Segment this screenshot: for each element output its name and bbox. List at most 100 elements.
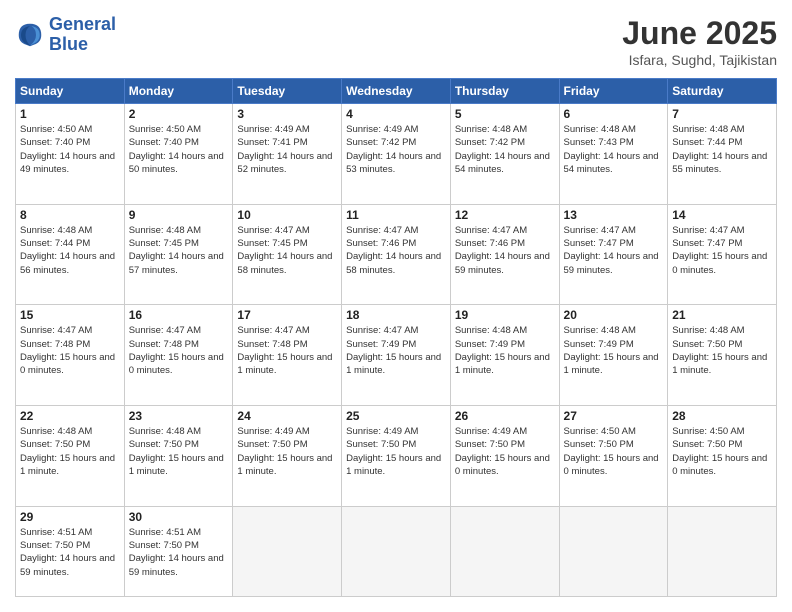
day-number: 12 (455, 208, 555, 222)
day-info: Sunrise: 4:51 AMSunset: 7:50 PMDaylight:… (20, 526, 120, 579)
calendar-cell: 29 Sunrise: 4:51 AMSunset: 7:50 PMDayligh… (16, 506, 125, 596)
calendar-cell: 27 Sunrise: 4:50 AMSunset: 7:50 PMDayligh… (559, 406, 668, 507)
calendar-week-row: 8 Sunrise: 4:48 AMSunset: 7:44 PMDaylight… (16, 204, 777, 305)
calendar-week-row: 29 Sunrise: 4:51 AMSunset: 7:50 PMDayligh… (16, 506, 777, 596)
logo-line1: General (49, 15, 116, 35)
day-number: 10 (237, 208, 337, 222)
day-info: Sunrise: 4:48 AMSunset: 7:44 PMDaylight:… (20, 224, 120, 277)
header: General Blue June 2025 Isfara, Sughd, Ta… (15, 15, 777, 68)
calendar-cell: 5 Sunrise: 4:48 AMSunset: 7:42 PMDaylight… (450, 104, 559, 205)
day-info: Sunrise: 4:48 AMSunset: 7:50 PMDaylight:… (129, 425, 229, 478)
page: General Blue June 2025 Isfara, Sughd, Ta… (0, 0, 792, 612)
day-header-friday: Friday (559, 79, 668, 104)
day-info: Sunrise: 4:50 AMSunset: 7:50 PMDaylight:… (564, 425, 664, 478)
month-title: June 2025 (622, 15, 777, 52)
day-header-sunday: Sunday (16, 79, 125, 104)
day-info: Sunrise: 4:49 AMSunset: 7:50 PMDaylight:… (455, 425, 555, 478)
day-number: 1 (20, 107, 120, 121)
day-number: 16 (129, 308, 229, 322)
day-info: Sunrise: 4:48 AMSunset: 7:50 PMDaylight:… (672, 324, 772, 377)
calendar-cell: 11Sunrise: 4:47 AMSunset: 7:46 PMDayligh… (342, 204, 451, 305)
day-info: Sunrise: 4:47 AMSunset: 7:49 PMDaylight:… (346, 324, 446, 377)
calendar-cell (342, 506, 451, 596)
calendar-cell: 3 Sunrise: 4:49 AMSunset: 7:41 PMDaylight… (233, 104, 342, 205)
day-number: 6 (564, 107, 664, 121)
day-number: 8 (20, 208, 120, 222)
calendar-cell: 13Sunrise: 4:47 AMSunset: 7:47 PMDayligh… (559, 204, 668, 305)
day-number: 14 (672, 208, 772, 222)
calendar-cell: 25 Sunrise: 4:49 AMSunset: 7:50 PMDayligh… (342, 406, 451, 507)
day-number: 29 (20, 510, 120, 524)
day-number: 17 (237, 308, 337, 322)
day-info: Sunrise: 4:51 AMSunset: 7:50 PMDaylight:… (129, 526, 229, 579)
day-info: Sunrise: 4:47 AMSunset: 7:45 PMDaylight:… (237, 224, 337, 277)
day-number: 3 (237, 107, 337, 121)
day-info: Sunrise: 4:49 AMSunset: 7:41 PMDaylight:… (237, 123, 337, 176)
day-number: 15 (20, 308, 120, 322)
calendar-week-row: 15 Sunrise: 4:47 AMSunset: 7:48 PMDayligh… (16, 305, 777, 406)
day-info: Sunrise: 4:48 AMSunset: 7:44 PMDaylight:… (672, 123, 772, 176)
calendar-table: SundayMondayTuesdayWednesdayThursdayFrid… (15, 78, 777, 597)
day-number: 18 (346, 308, 446, 322)
calendar-cell: 26 Sunrise: 4:49 AMSunset: 7:50 PMDayligh… (450, 406, 559, 507)
day-info: Sunrise: 4:47 AMSunset: 7:48 PMDaylight:… (129, 324, 229, 377)
day-info: Sunrise: 4:47 AMSunset: 7:46 PMDaylight:… (346, 224, 446, 277)
day-number: 4 (346, 107, 446, 121)
calendar-cell: 8 Sunrise: 4:48 AMSunset: 7:44 PMDaylight… (16, 204, 125, 305)
day-header-monday: Monday (124, 79, 233, 104)
day-info: Sunrise: 4:47 AMSunset: 7:48 PMDaylight:… (237, 324, 337, 377)
calendar-cell: 30 Sunrise: 4:51 AMSunset: 7:50 PMDayligh… (124, 506, 233, 596)
calendar-cell: 18 Sunrise: 4:47 AMSunset: 7:49 PMDayligh… (342, 305, 451, 406)
logo-text: General Blue (49, 15, 116, 55)
calendar-week-row: 22Sunrise: 4:48 AMSunset: 7:50 PMDayligh… (16, 406, 777, 507)
day-header-thursday: Thursday (450, 79, 559, 104)
day-header-tuesday: Tuesday (233, 79, 342, 104)
day-info: Sunrise: 4:48 AMSunset: 7:49 PMDaylight:… (564, 324, 664, 377)
calendar-week-row: 1 Sunrise: 4:50 AMSunset: 7:40 PMDaylight… (16, 104, 777, 205)
day-number: 28 (672, 409, 772, 423)
day-info: Sunrise: 4:47 AMSunset: 7:46 PMDaylight:… (455, 224, 555, 277)
day-info: Sunrise: 4:48 AMSunset: 7:43 PMDaylight:… (564, 123, 664, 176)
calendar-cell: 4 Sunrise: 4:49 AMSunset: 7:42 PMDaylight… (342, 104, 451, 205)
day-info: Sunrise: 4:50 AMSunset: 7:40 PMDaylight:… (20, 123, 120, 176)
calendar-cell: 20 Sunrise: 4:48 AMSunset: 7:49 PMDayligh… (559, 305, 668, 406)
calendar-cell: 22Sunrise: 4:48 AMSunset: 7:50 PMDayligh… (16, 406, 125, 507)
day-info: Sunrise: 4:48 AMSunset: 7:45 PMDaylight:… (129, 224, 229, 277)
calendar-cell: 16 Sunrise: 4:47 AMSunset: 7:48 PMDayligh… (124, 305, 233, 406)
day-info: Sunrise: 4:47 AMSunset: 7:48 PMDaylight:… (20, 324, 120, 377)
calendar-cell (668, 506, 777, 596)
day-number: 5 (455, 107, 555, 121)
logo-icon (15, 20, 45, 50)
calendar-cell (559, 506, 668, 596)
title-section: June 2025 Isfara, Sughd, Tajikistan (622, 15, 777, 68)
calendar-cell: 28 Sunrise: 4:50 AMSunset: 7:50 PMDayligh… (668, 406, 777, 507)
day-number: 25 (346, 409, 446, 423)
calendar-cell: 9 Sunrise: 4:48 AMSunset: 7:45 PMDaylight… (124, 204, 233, 305)
day-number: 7 (672, 107, 772, 121)
calendar-cell: 17 Sunrise: 4:47 AMSunset: 7:48 PMDayligh… (233, 305, 342, 406)
day-number: 26 (455, 409, 555, 423)
day-info: Sunrise: 4:49 AMSunset: 7:50 PMDaylight:… (237, 425, 337, 478)
calendar-cell: 6 Sunrise: 4:48 AMSunset: 7:43 PMDaylight… (559, 104, 668, 205)
calendar-cell: 2Sunrise: 4:50 AMSunset: 7:40 PMDaylight… (124, 104, 233, 205)
day-number: 30 (129, 510, 229, 524)
calendar-cell: 19 Sunrise: 4:48 AMSunset: 7:49 PMDayligh… (450, 305, 559, 406)
day-info: Sunrise: 4:50 AMSunset: 7:50 PMDaylight:… (672, 425, 772, 478)
day-info: Sunrise: 4:49 AMSunset: 7:50 PMDaylight:… (346, 425, 446, 478)
day-number: 2 (129, 107, 229, 121)
day-info: Sunrise: 4:49 AMSunset: 7:42 PMDaylight:… (346, 123, 446, 176)
day-info: Sunrise: 4:47 AMSunset: 7:47 PMDaylight:… (564, 224, 664, 277)
calendar-cell: 15 Sunrise: 4:47 AMSunset: 7:48 PMDayligh… (16, 305, 125, 406)
day-number: 9 (129, 208, 229, 222)
day-number: 20 (564, 308, 664, 322)
day-number: 19 (455, 308, 555, 322)
calendar-cell (450, 506, 559, 596)
calendar-header-row: SundayMondayTuesdayWednesdayThursdayFrid… (16, 79, 777, 104)
day-info: Sunrise: 4:48 AMSunset: 7:49 PMDaylight:… (455, 324, 555, 377)
day-number: 21 (672, 308, 772, 322)
calendar-cell: 7 Sunrise: 4:48 AMSunset: 7:44 PMDaylight… (668, 104, 777, 205)
day-number: 27 (564, 409, 664, 423)
calendar-cell: 10 Sunrise: 4:47 AMSunset: 7:45 PMDayligh… (233, 204, 342, 305)
day-info: Sunrise: 4:48 AMSunset: 7:42 PMDaylight:… (455, 123, 555, 176)
calendar-cell: 1 Sunrise: 4:50 AMSunset: 7:40 PMDaylight… (16, 104, 125, 205)
